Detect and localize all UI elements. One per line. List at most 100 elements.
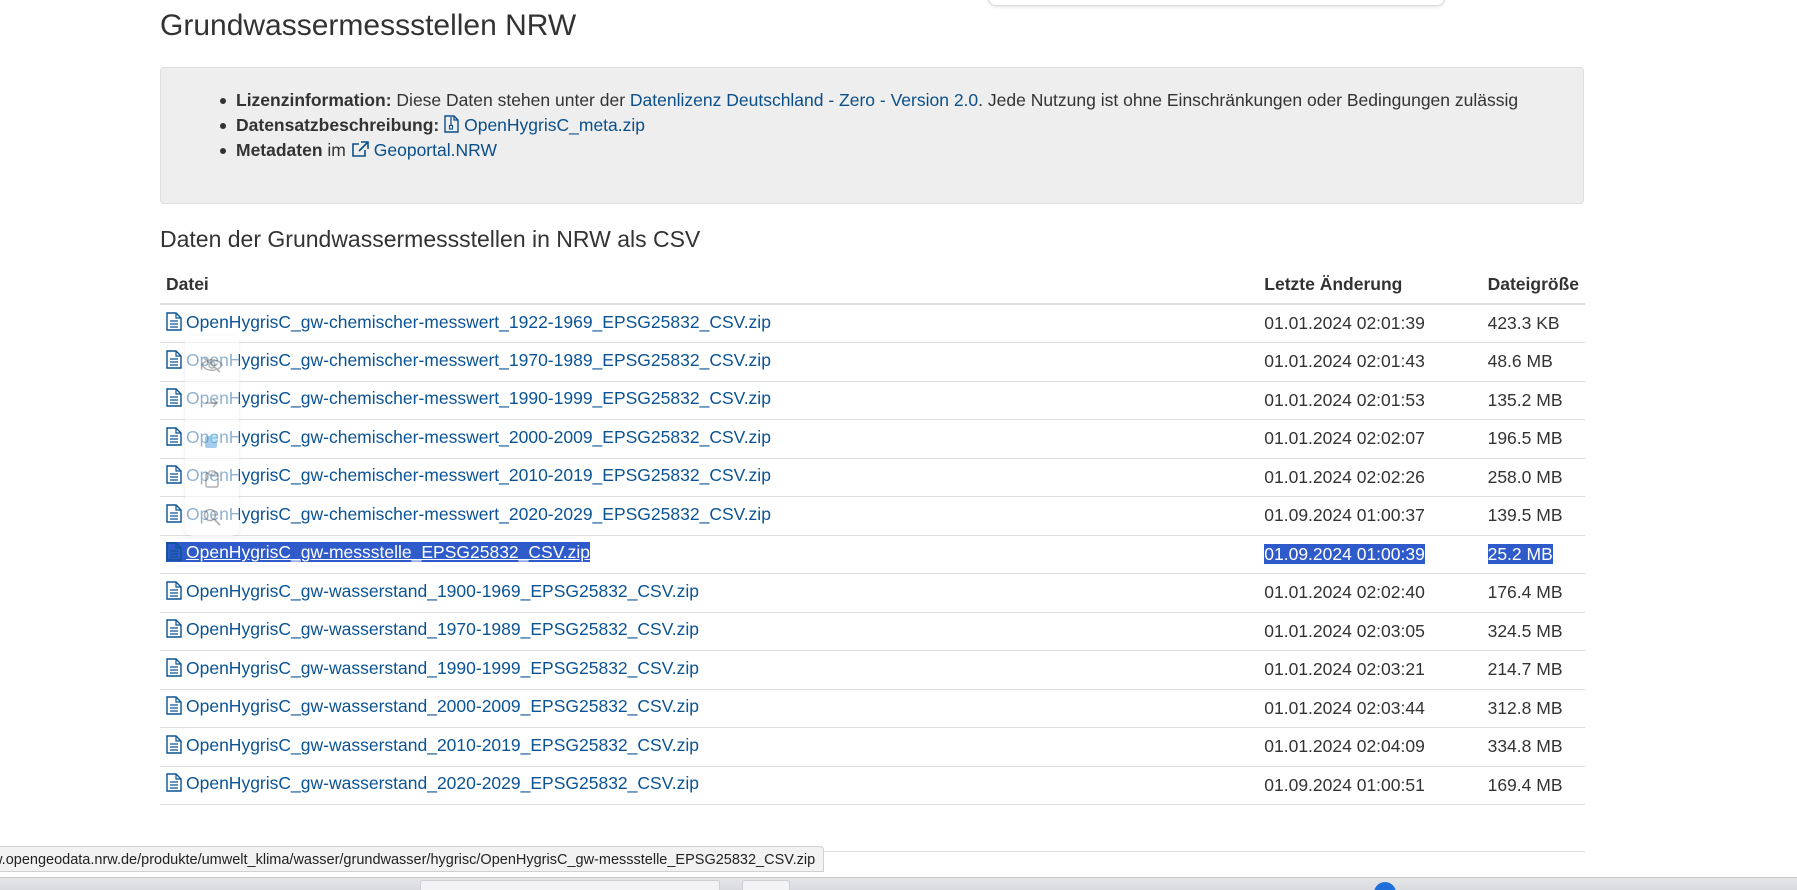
- file-link[interactable]: OpenHygrisC_gw-chemischer-messwert_2000-…: [166, 427, 771, 447]
- file-name: OpenHygrisC_gw-chemischer-messwert_1990-…: [186, 388, 771, 409]
- size-cell: 48.6 MB: [1481, 342, 1585, 382]
- header-size: Dateigröße: [1481, 266, 1585, 305]
- table-row: OpenHygrisC_gw-messstelle_EPSG25832_CSV.…: [160, 535, 1585, 574]
- file-name: OpenHygrisC_gw-chemischer-messwert_2020-…: [186, 503, 771, 524]
- file-cell: OpenHygrisC_gw-wasserstand_1990-1999_EPS…: [160, 650, 1259, 690]
- size-cell: 139.5 MB: [1481, 496, 1585, 536]
- header-file: Datei: [160, 266, 1259, 305]
- zip-file-icon: [444, 115, 459, 140]
- file-name: OpenHygrisC_gw-wasserstand_1990-1999_EPS…: [186, 657, 699, 678]
- document-icon: [166, 350, 182, 374]
- file-link[interactable]: OpenHygrisC_gw-chemischer-messwert_2020-…: [166, 504, 771, 524]
- file-cell: OpenHygrisC_gw-chemischer-messwert_1922-…: [160, 304, 1259, 343]
- license-link[interactable]: Datenlizenz Deutschland - Zero - Version…: [630, 90, 978, 110]
- taskbar-item[interactable]: [742, 880, 790, 890]
- modified-value: 01.01.2024 02:03:44: [1264, 697, 1425, 718]
- metadata-info: Metadaten im Geoportal.NRW: [220, 138, 1563, 163]
- modified-cell: 01.01.2024 02:02:07: [1258, 419, 1482, 459]
- eye-off-icon[interactable]: [197, 346, 227, 384]
- size-value: 214.7 MB: [1487, 659, 1563, 680]
- metadata-mid: im: [327, 140, 346, 160]
- modified-cell: 01.01.2024 02:03:21: [1258, 650, 1482, 690]
- modified-value: 01.01.2024 02:02:07: [1264, 428, 1425, 449]
- size-value: 334.8 MB: [1487, 736, 1563, 757]
- file-cell: OpenHygrisC_gw-chemischer-messwert_2000-…: [160, 419, 1259, 459]
- document-icon: [166, 735, 182, 759]
- file-name: OpenHygrisC_gw-chemischer-messwert_2010-…: [186, 465, 771, 486]
- file-link[interactable]: OpenHygrisC_gw-wasserstand_1900-1969_EPS…: [166, 581, 699, 601]
- external-link-icon: [351, 140, 369, 165]
- modified-cell: 01.01.2024 02:01:39: [1258, 304, 1482, 343]
- modified-value: 01.01.2024 02:02:26: [1264, 466, 1425, 487]
- table-row: OpenHygrisC_gw-wasserstand_2000-2009_EPS…: [160, 689, 1585, 728]
- file-link[interactable]: OpenHygrisC_gw-chemischer-messwert_1922-…: [166, 312, 771, 332]
- size-cell: 334.8 MB: [1481, 727, 1585, 767]
- file-link[interactable]: OpenHygrisC_gw-chemischer-messwert_1970-…: [166, 350, 771, 370]
- modified-cell: 01.01.2024 02:01:53: [1258, 381, 1482, 420]
- size-cell: 324.5 MB: [1481, 612, 1585, 651]
- table-row: OpenHygrisC_gw-chemischer-messwert_2000-…: [160, 419, 1585, 459]
- size-value: 169.4 MB: [1487, 774, 1563, 795]
- size-value: 423.3 KB: [1487, 313, 1560, 333]
- modified-cell: 01.09.2024 01:00:51: [1258, 766, 1482, 805]
- document-icon: [166, 542, 182, 566]
- modified-value: 01.01.2024 02:03:05: [1264, 620, 1425, 641]
- file-cell: OpenHygrisC_gw-wasserstand_2020-2029_EPS…: [160, 766, 1259, 805]
- modified-cell: 01.01.2024 02:03:05: [1258, 612, 1482, 651]
- file-link[interactable]: OpenHygrisC_gw-chemischer-messwert_2010-…: [166, 465, 771, 485]
- file-link[interactable]: OpenHygrisC_gw-wasserstand_2020-2029_EPS…: [166, 773, 699, 793]
- file-link[interactable]: OpenHygrisC_gw-messstelle_EPSG25832_CSV.…: [166, 542, 590, 563]
- info-well: Lizenzinformation: Diese Daten stehen un…: [160, 67, 1584, 204]
- file-link[interactable]: OpenHygrisC_gw-wasserstand_2000-2009_EPS…: [166, 696, 699, 716]
- file-link[interactable]: OpenHygrisC_gw-wasserstand_2010-2019_EPS…: [166, 735, 699, 755]
- search-icon[interactable]: [197, 498, 227, 536]
- taskbar-item[interactable]: [420, 880, 720, 890]
- file-cell: OpenHygrisC_gw-chemischer-messwert_2010-…: [160, 458, 1259, 497]
- modified-cell: 01.09.2024 01:00:39: [1258, 535, 1482, 574]
- size-value: 25.2 MB: [1487, 543, 1553, 564]
- extension-icon[interactable]: [197, 422, 227, 460]
- file-link[interactable]: OpenHygrisC_gw-wasserstand_1970-1989_EPS…: [166, 619, 699, 639]
- file-cell: OpenHygrisC_gw-wasserstand_2010-2019_EPS…: [160, 727, 1259, 767]
- size-cell: 196.5 MB: [1481, 419, 1585, 459]
- license-label: Lizenzinformation:: [236, 90, 392, 110]
- document-icon: [166, 658, 182, 682]
- size-value: 312.8 MB: [1487, 697, 1563, 718]
- file-name: OpenHygrisC_gw-chemischer-messwert_2000-…: [186, 426, 771, 447]
- table-row: OpenHygrisC_gw-chemischer-messwert_1990-…: [160, 381, 1585, 420]
- size-value: 258.0 MB: [1487, 466, 1563, 487]
- table-row: OpenHygrisC_gw-wasserstand_1990-1999_EPS…: [160, 650, 1585, 690]
- description-link[interactable]: OpenHygrisC_meta.zip: [444, 115, 645, 135]
- file-name: OpenHygrisC_gw-wasserstand_2020-2029_EPS…: [186, 773, 699, 794]
- table-row: OpenHygrisC_gw-chemischer-messwert_1970-…: [160, 342, 1585, 382]
- size-value: 48.6 MB: [1487, 351, 1553, 372]
- arrow-icon[interactable]: [197, 384, 227, 422]
- description-label: Datensatzbeschreibung:: [236, 115, 440, 135]
- table-row: OpenHygrisC_gw-chemischer-messwert_1922-…: [160, 304, 1585, 343]
- metadata-link[interactable]: Geoportal.NRW: [351, 140, 497, 160]
- document-icon: [166, 311, 182, 336]
- document-icon: [166, 619, 182, 643]
- file-cell: OpenHygrisC_gw-wasserstand_1900-1969_EPS…: [160, 573, 1259, 613]
- info-list: Lizenzinformation: Diese Daten stehen un…: [220, 88, 1563, 163]
- file-name: OpenHygrisC_gw-wasserstand_1900-1969_EPS…: [186, 580, 699, 601]
- modified-value: 01.01.2024 02:02:40: [1264, 582, 1425, 603]
- modified-cell: 01.09.2024 01:00:37: [1258, 496, 1482, 536]
- size-cell: 214.7 MB: [1481, 650, 1585, 690]
- file-cell: OpenHygrisC_gw-chemischer-messwert_2020-…: [160, 496, 1259, 536]
- file-link[interactable]: OpenHygrisC_gw-wasserstand_1990-1999_EPS…: [166, 658, 699, 678]
- file-link[interactable]: OpenHygrisC_gw-chemischer-messwert_1990-…: [166, 388, 771, 408]
- license-info: Lizenzinformation: Diese Daten stehen un…: [220, 88, 1563, 113]
- size-cell: 258.0 MB: [1481, 458, 1585, 497]
- file-name: OpenHygrisC_gw-wasserstand_1970-1989_EPS…: [186, 619, 699, 640]
- modified-cell: 01.01.2024 02:02:26: [1258, 458, 1482, 497]
- modified-value: 01.01.2024 02:03:21: [1264, 659, 1425, 680]
- clipboard-icon[interactable]: [197, 460, 227, 498]
- table-row: OpenHygrisC_gw-wasserstand_2010-2019_EPS…: [160, 727, 1585, 767]
- modified-cell: 01.01.2024 02:04:09: [1258, 727, 1482, 767]
- table-body: OpenHygrisC_gw-chemischer-messwert_1922-…: [160, 304, 1585, 805]
- table-row: OpenHygrisC_gw-wasserstand_1970-1989_EPS…: [160, 612, 1585, 651]
- file-cell: OpenHygrisC_gw-wasserstand_1970-1989_EPS…: [160, 612, 1259, 651]
- taskbar-app-icon[interactable]: [1374, 882, 1396, 890]
- size-cell: 312.8 MB: [1481, 689, 1585, 728]
